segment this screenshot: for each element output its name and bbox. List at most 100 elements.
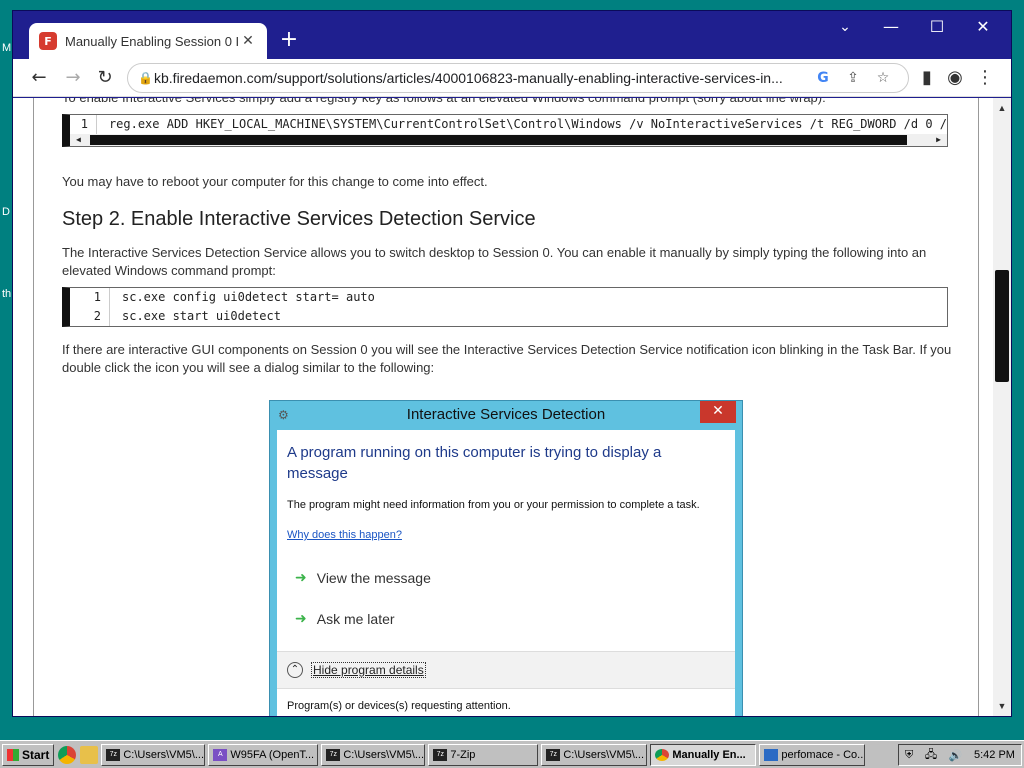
share-icon[interactable]: ⇪: [838, 70, 868, 86]
maximize-button[interactable]: ☐: [914, 13, 960, 41]
bookmark-star-icon[interactable]: ☆: [868, 70, 898, 86]
requesting-text: Program(s) or devices(s) requesting atte…: [287, 700, 511, 712]
chrome-icon: [655, 748, 670, 761]
scrollbar-thumb[interactable]: [90, 135, 907, 145]
taskbar-item[interactable]: 7z C:\Users\VM5\...: [321, 743, 426, 766]
code-text: sc.exe config ui0detect start= auto: [122, 290, 375, 304]
ask-later-option: ➜ Ask me later: [295, 611, 395, 627]
hide-details-label: Hide program details: [311, 662, 426, 678]
code-text: reg.exe ADD HKEY_LOCAL_MACHINE\SYSTEM\Cu…: [108, 117, 947, 131]
code-line: 1 sc.exe config ui0detect start= auto: [70, 288, 947, 307]
firedaemon-favicon-icon: F: [39, 32, 57, 50]
task-label: C:\Users\VM5\...: [343, 748, 425, 761]
chrome-quicklaunch-icon[interactable]: [58, 745, 77, 764]
address-bar[interactable]: 🔒 kb.firedaemon.com/support/solutions/ar…: [127, 63, 909, 93]
dialog-footer: ⌃ Hide program details: [277, 651, 735, 689]
taskbar-item[interactable]: 7z 7-Zip: [428, 743, 539, 766]
tab-title: Manually Enabling Session 0 Inte: [65, 33, 239, 49]
code-block-registry: 1 reg.exe ADD HKEY_LOCAL_MACHINE\SYSTEM\…: [62, 114, 948, 147]
browser-tab[interactable]: F Manually Enabling Session 0 Inte ✕: [29, 23, 267, 59]
side-panel-icon[interactable]: ▮: [913, 65, 941, 91]
line-number: 1: [70, 288, 110, 307]
green-arrow-icon: ➜: [295, 611, 307, 627]
new-tab-button[interactable]: +: [277, 29, 301, 53]
reload-button[interactable]: ↻: [91, 65, 119, 91]
dialog-heading: A program running on this computer is tr…: [287, 444, 662, 482]
start-button[interactable]: Start: [2, 743, 55, 766]
dialog-text: The program might need information from …: [287, 499, 700, 511]
taskbar-item[interactable]: 7z C:\Users\VM5\...: [541, 743, 648, 766]
volume-icon[interactable]: 🔊: [949, 749, 963, 762]
browser-window: F Manually Enabling Session 0 Inte ✕ + ⌄…: [12, 10, 1012, 717]
font-app-icon: A: [213, 748, 228, 761]
lock-icon[interactable]: 🔒: [138, 71, 154, 85]
scroll-up-icon[interactable]: ▲: [993, 100, 1011, 116]
task-label: C:\Users\VM5\...: [123, 748, 205, 761]
task-label: perfomace - Co...: [781, 748, 866, 761]
google-icon[interactable]: G: [808, 70, 838, 86]
interactive-services-dialog-image: ⚙ Interactive Services Detection ✕ A pro…: [269, 400, 743, 716]
desktop-icon-label[interactable]: M: [2, 42, 11, 54]
7zip-icon: 7z: [546, 748, 561, 761]
option-label: View the message: [316, 570, 431, 586]
desktop-edge: M D th: [0, 0, 12, 740]
code-text: sc.exe start ui0detect: [122, 309, 281, 323]
dialog-body: A program running on this computer is tr…: [277, 430, 735, 716]
task-label: 7-Zip: [450, 748, 476, 761]
reboot-note: You may have to reboot your computer for…: [62, 174, 488, 189]
start-label: Start: [22, 747, 50, 762]
folder-quicklaunch-icon[interactable]: [80, 745, 99, 764]
page-scrollbar[interactable]: ▲ ▼: [993, 98, 1011, 716]
code-block-sc: 1 sc.exe config ui0detect start= auto 2 …: [62, 287, 948, 327]
desktop-icon-label[interactable]: D: [2, 206, 10, 218]
taskbar-item[interactable]: 7z C:\Users\VM5\...: [101, 743, 206, 766]
step2-heading: Step 2. Enable Interactive Services Dete…: [62, 208, 536, 230]
window-icon: [764, 748, 779, 761]
system-tray: ⛨ 🖧 🔊 5:42 PM: [898, 744, 1022, 766]
browser-titlebar: F Manually Enabling Session 0 Inte ✕ + ⌄…: [13, 11, 1011, 59]
forward-button[interactable]: →: [59, 65, 87, 91]
dialog-title: Interactive Services Detection: [406, 406, 606, 423]
scrollbar-thumb[interactable]: [995, 270, 1009, 382]
close-window-button[interactable]: ✕: [960, 13, 1006, 41]
7zip-icon: 7z: [106, 748, 121, 761]
7zip-icon: 7z: [433, 748, 448, 761]
dialog-close-icon: ✕: [700, 401, 736, 423]
line-number: 2: [70, 307, 110, 326]
view-message-option: ➜ View the message: [295, 570, 431, 586]
taskbar-item[interactable]: A W95FA (OpenT...: [208, 743, 319, 766]
windows-logo-icon: [7, 748, 19, 761]
chevron-up-icon: ⌃: [287, 662, 303, 678]
clock[interactable]: 5:42 PM: [974, 749, 1015, 761]
article-page: To enable Interactive Services simply ad…: [33, 98, 979, 716]
close-tab-icon[interactable]: ✕: [239, 33, 257, 49]
desktop-icon-label[interactable]: th: [2, 288, 11, 300]
network-icon[interactable]: 🖧: [925, 746, 937, 765]
taskbar-item-active[interactable]: Manually En...: [650, 743, 757, 766]
security-shield-icon[interactable]: ⛨: [905, 749, 913, 762]
taskbar: Start 7z C:\Users\VM5\... A W95FA (OpenT..…: [0, 740, 1024, 768]
code-line: 2 sc.exe start ui0detect: [70, 307, 947, 326]
back-button[interactable]: ←: [25, 65, 53, 91]
minimize-button[interactable]: —: [868, 13, 914, 41]
option-label: Ask me later: [316, 611, 395, 627]
tab-search-chevron-icon[interactable]: ⌄: [822, 13, 868, 41]
hide-details-button: ⌃ Hide program details: [287, 662, 426, 678]
task-label: Manually En...: [672, 748, 746, 761]
code-line: 1 reg.exe ADD HKEY_LOCAL_MACHINE\SYSTEM\…: [70, 115, 947, 134]
scroll-right-icon[interactable]: ▶: [936, 134, 941, 146]
line-number: 1: [70, 115, 97, 134]
gui-components-text: If there are interactive GUI components …: [62, 342, 952, 375]
step2-description: The Interactive Services Detection Servi…: [62, 245, 927, 278]
taskbar-item[interactable]: perfomace - Co...: [759, 743, 866, 766]
task-label: W95FA (OpenT...: [230, 748, 315, 761]
code-horizontal-scrollbar[interactable]: ◀ ▶: [70, 134, 947, 146]
scroll-down-icon[interactable]: ▼: [993, 698, 1011, 714]
url-text[interactable]: kb.firedaemon.com/support/solutions/arti…: [154, 70, 808, 86]
green-arrow-icon: ➜: [295, 570, 307, 586]
scroll-left-icon[interactable]: ◀: [76, 134, 81, 146]
profile-avatar-icon[interactable]: ◉: [941, 65, 969, 91]
browser-toolbar: ← → ↻ 🔒 kb.firedaemon.com/support/soluti…: [13, 59, 1011, 97]
menu-dots-icon[interactable]: ⋮: [971, 65, 999, 91]
page-viewport: To enable Interactive Services simply ad…: [13, 98, 1011, 716]
